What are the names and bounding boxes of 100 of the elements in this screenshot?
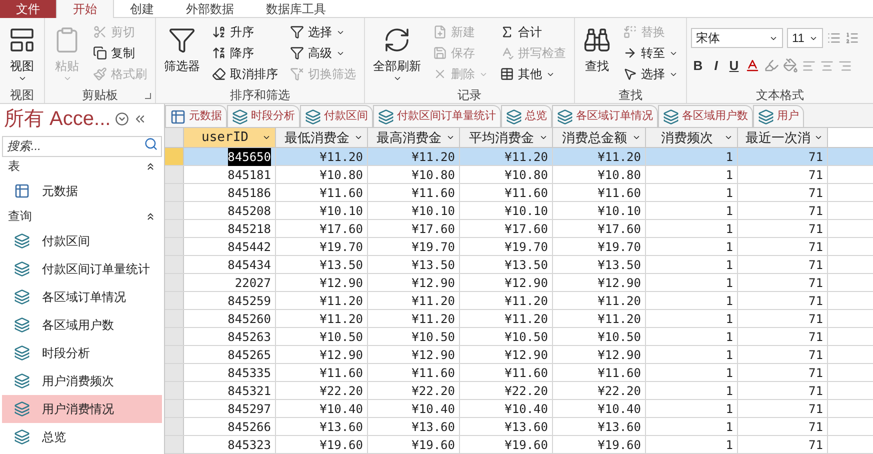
navigation-item[interactable]: 用户消费情况 — [2, 395, 162, 423]
column-header[interactable]: 消费频次 — [646, 128, 738, 147]
table-cell-text: ¥22.20 — [598, 382, 641, 400]
table-cell-text: 845434 — [228, 256, 271, 274]
font-size-dropdown[interactable]: 11 — [787, 28, 823, 48]
table-cell-text: 71 — [808, 256, 823, 274]
navigation-item[interactable]: 总览 — [2, 423, 162, 451]
table-cell-text: ¥12.90 — [598, 346, 641, 364]
column-header[interactable]: userID — [184, 128, 276, 147]
ribbon-tab[interactable]: 外部数据 — [170, 0, 250, 18]
navigation-item[interactable]: 时段分析 — [2, 339, 162, 367]
table-cell-text: ¥19.70 — [598, 238, 641, 256]
table-cell-text: ¥19.60 — [598, 436, 641, 454]
document-tab[interactable]: 元数据 — [165, 105, 227, 127]
table-cell-text: 1 — [726, 328, 733, 346]
table-cell-text: ¥12.90 — [598, 274, 641, 292]
document-tab[interactable]: 各区域订单情况 — [552, 105, 658, 127]
document-tab[interactable]: 时段分析 — [227, 105, 300, 127]
table-cell-text: ¥10.80 — [504, 166, 548, 184]
search-field[interactable]: 搜索... — [2, 136, 162, 156]
group-header[interactable]: 表 — [0, 155, 164, 177]
table-cell-text: ¥13.50 — [412, 256, 455, 274]
table-cell-text: 845186 — [228, 184, 271, 202]
table-cell-text: ¥11.20 — [320, 148, 363, 166]
document-tab[interactable]: 用户 — [753, 105, 804, 127]
document-tab[interactable]: 各区域用户数 — [658, 105, 753, 127]
document-tab[interactable]: 总览 — [501, 105, 552, 127]
table-cell-text: ¥13.60 — [598, 418, 641, 436]
table-cell-text: ¥11.20 — [598, 292, 641, 310]
ribbon-button[interactable]: 复制 — [89, 43, 151, 63]
table-cell-text: 1 — [726, 166, 733, 184]
column-header[interactable]: 最低消费金 — [276, 128, 368, 147]
format-button[interactable]: I — [709, 56, 723, 76]
table-cell-text: ¥11.60 — [320, 184, 363, 202]
table-cell-text: 845260 — [228, 310, 271, 328]
navigation-item[interactable]: 用户消费频次 — [2, 367, 162, 395]
table-cell-text: 845181 — [228, 166, 271, 184]
table-cell-text: 71 — [808, 436, 823, 454]
navigation-item[interactable]: 各区域用户数 — [2, 311, 162, 339]
ribbon-button[interactable]: 升序 — [208, 22, 282, 42]
table-cell-text: ¥10.40 — [320, 400, 363, 418]
ribbon-button[interactable]: 高级 — [286, 43, 360, 63]
column-header[interactable]: 最近一次消 — [738, 128, 828, 147]
table-cell-text: 845263 — [228, 328, 271, 346]
navigation-item[interactable]: 付款区间订单量统计 — [2, 255, 162, 283]
table-cell-text: 71 — [808, 328, 823, 346]
table-cell-text: ¥11.20 — [412, 292, 455, 310]
column-header[interactable]: 最高消费金 — [368, 128, 460, 147]
table-cell-text: ¥12.90 — [504, 346, 548, 364]
format-button[interactable]: U — [727, 56, 741, 76]
table-cell-text: 1 — [726, 436, 733, 454]
table-cell-text: ¥10.50 — [412, 328, 455, 346]
document-tab[interactable]: 付款区间 — [300, 105, 373, 127]
table-cell-text: ¥22.20 — [504, 382, 548, 400]
table-cell-text: ¥10.80 — [412, 166, 455, 184]
navigation-item[interactable]: 付款区间 — [2, 227, 162, 255]
ribbon-tab[interactable]: 创建 — [114, 0, 170, 18]
ribbon-button[interactable]: 选择 — [286, 22, 360, 42]
ribbon-tab[interactable]: 数据库工具 — [250, 0, 342, 18]
ribbon-button[interactable]: 选择 — [619, 64, 682, 84]
table-cell-text: 1 — [726, 274, 733, 292]
table-cell-text: ¥11.60 — [412, 184, 455, 202]
table-cell-text: ¥10.50 — [504, 328, 548, 346]
font-dropdown[interactable]: 宋体 — [691, 28, 783, 48]
table-cell-text: ¥13.60 — [504, 418, 548, 436]
column-header[interactable]: 平均消费金 — [460, 128, 553, 147]
ribbon-button[interactable]: 转至 — [619, 43, 682, 63]
table-cell-text: ¥10.80 — [598, 166, 641, 184]
group-label: 视图 — [10, 86, 34, 104]
ribbon-button[interactable]: 视图 — [4, 22, 40, 84]
table-cell-text: ¥11.20 — [320, 310, 363, 328]
ribbon-button[interactable]: 查找 — [579, 22, 615, 84]
ribbon-tab[interactable]: 开始 — [56, 0, 114, 18]
table-cell-text: ¥10.40 — [598, 400, 641, 418]
table-cell-text: ¥11.60 — [598, 364, 641, 382]
ribbon-button[interactable]: 筛选器 — [160, 22, 204, 84]
ribbon-button[interactable]: 取消排序 — [208, 64, 282, 84]
ribbon-button[interactable]: 合计 — [496, 22, 570, 42]
table-cell-text: ¥10.10 — [504, 202, 548, 220]
ribbon-button[interactable]: 降序 — [208, 43, 282, 63]
ribbon-tab[interactable]: 文件 — [0, 0, 56, 18]
document-tab[interactable]: 付款区间订单量统计 — [373, 105, 501, 127]
navigation-item[interactable]: 各区域订单情况 — [2, 283, 162, 311]
group-header[interactable]: 查询 — [0, 205, 164, 227]
navigation-item[interactable]: 元数据 — [2, 177, 162, 205]
table-cell-text: ¥10.80 — [320, 166, 363, 184]
table-cell-text: ¥22.20 — [412, 382, 455, 400]
group-label: 剪贴板 — [82, 86, 118, 104]
table-cell-text: ¥13.60 — [412, 418, 455, 436]
table-cell-text: 71 — [808, 274, 823, 292]
format-button[interactable]: B — [691, 56, 705, 76]
table-cell-text: 1 — [726, 292, 733, 310]
table-cell-text: ¥11.20 — [320, 292, 363, 310]
ribbon-button[interactable]: 其他 — [496, 64, 570, 84]
ribbon-button[interactable]: 全部刷新 — [369, 22, 425, 84]
table-cell-text: ¥12.90 — [504, 274, 548, 292]
column-header[interactable]: 消费总金额 — [553, 128, 646, 147]
table-cell-text: ¥10.10 — [598, 202, 641, 220]
table-cell-text: 1 — [726, 364, 733, 382]
table-cell-text: 1 — [726, 346, 733, 364]
